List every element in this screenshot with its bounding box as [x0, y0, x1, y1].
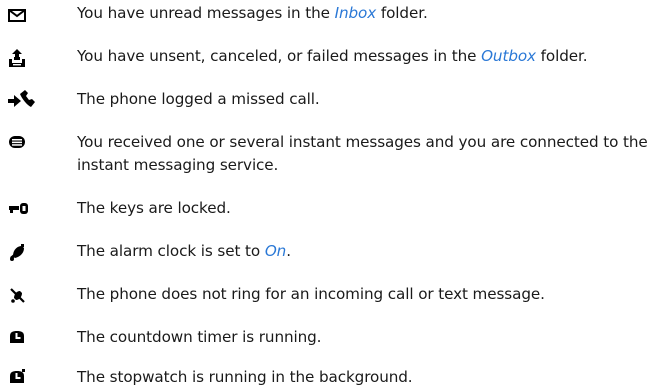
- indicator-description: You have unsent, canceled, or failed mes…: [77, 47, 588, 65]
- envelope-icon: [7, 6, 31, 28]
- countdown-timer-icon: [7, 328, 31, 350]
- indicator-description: The countdown timer is running.: [77, 328, 322, 346]
- instant-message-icon: [7, 133, 31, 155]
- missed-call-icon: [7, 88, 39, 110]
- indicator-description: The alarm clock is set to On.: [77, 242, 291, 260]
- indicator-description: The stopwatch is running in the backgrou…: [77, 368, 413, 386]
- alarm-clock-icon: [7, 242, 31, 264]
- silent-ring-icon: [7, 285, 31, 307]
- outbox-folder-link[interactable]: Outbox: [481, 47, 536, 65]
- inbox-folder-link[interactable]: Inbox: [335, 4, 377, 22]
- key-lock-icon: [7, 199, 31, 221]
- indicator-description: The phone logged a missed call.: [77, 90, 320, 108]
- indicator-description: You have unread messages in the Inbox fo…: [77, 4, 428, 22]
- outbox-icon: [7, 47, 31, 69]
- stopwatch-icon: [7, 368, 31, 390]
- alarm-on-link[interactable]: On: [265, 242, 286, 260]
- indicator-description: The phone does not ring for an incoming …: [77, 285, 545, 303]
- indicator-description: You received one or several instant mess…: [77, 133, 648, 174]
- indicator-description: The keys are locked.: [77, 199, 231, 217]
